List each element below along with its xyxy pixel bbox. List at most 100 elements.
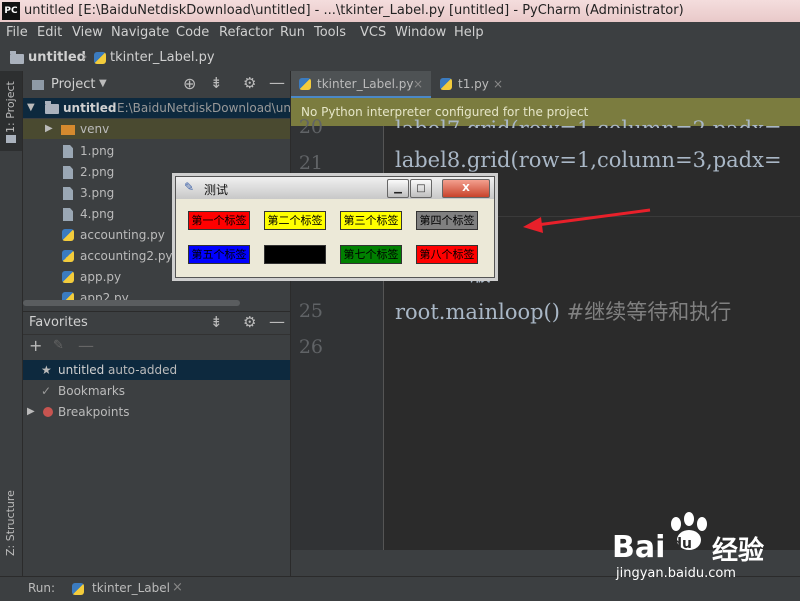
menu-refactor[interactable]: Refactor [219, 25, 274, 40]
tkinter-titlebar: ✎ 测试 ▁ □ X [176, 177, 494, 199]
expand-arrow-icon[interactable]: ▶ [27, 402, 35, 422]
line-number: 26 [298, 336, 323, 358]
run-label: Run: [28, 581, 56, 595]
tk-label-8: 第八个标签 [416, 245, 478, 264]
tree-item-label: app.py [80, 270, 122, 284]
tk-label-6 [264, 245, 326, 264]
folder-icon [45, 101, 59, 114]
edit-icon[interactable]: ✎ [53, 338, 64, 353]
close-icon[interactable]: × [172, 580, 183, 595]
code-line-20: label7.grid(row=1,column=2,padx= [395, 114, 782, 128]
collapse-all-icon[interactable]: ⇟ [210, 74, 223, 92]
line-number: 25 [298, 300, 323, 322]
tab-label: t1.py [458, 77, 489, 91]
tree-item-label: 4.png [80, 207, 115, 221]
image-file-icon [63, 145, 73, 158]
tree-item-label: accounting2.py [80, 249, 173, 263]
breadcrumb-file[interactable]: tkinter_Label.py [110, 50, 215, 65]
structure-tool-tab[interactable]: Z: Structure [4, 490, 17, 556]
watermark-du: du [672, 536, 692, 552]
tree-item-label: accounting.py [80, 228, 165, 242]
close-icon[interactable]: × [493, 71, 503, 98]
run-tab[interactable]: tkinter_Label [92, 581, 170, 595]
favorites-item-label: untitled [58, 363, 105, 377]
baidu-jingyan-watermark: Bai du 经验 jingyan.baidu.com [612, 512, 800, 584]
close-button[interactable]: X [442, 179, 490, 198]
breadcrumb-separator-icon: › [82, 49, 88, 65]
favorites-item-untitled[interactable]: ★ untitled auto-added [23, 360, 290, 380]
image-file-icon [63, 208, 73, 221]
star-icon: ★ [41, 363, 52, 377]
tree-item-venv[interactable]: ▶ venv [23, 119, 290, 139]
tk-label-7: 第七个标签 [340, 245, 402, 264]
python-file-icon [440, 78, 452, 90]
breakpoint-icon [43, 407, 53, 417]
favorites-title: Favorites [29, 315, 88, 330]
code-line-21: label8.grid(row=1,column=3,padx= [395, 148, 782, 172]
python-file-icon [299, 78, 311, 90]
red-arrow-icon [523, 208, 651, 233]
breadcrumb: untitled › tkinter_Label.py [0, 44, 800, 72]
tab-tkinter-label[interactable]: tkinter_Label.py × [291, 71, 431, 98]
favorites-item-label: Bookmarks [58, 384, 126, 398]
collapse-all-icon[interactable]: ⇟ [210, 313, 223, 331]
maximize-button[interactable]: □ [410, 179, 432, 198]
locate-icon[interactable]: ⊕ [183, 74, 196, 93]
menu-edit[interactable]: Edit [37, 25, 62, 40]
gear-icon[interactable]: ⚙ [243, 74, 256, 92]
gear-icon[interactable]: ⚙ [243, 313, 256, 331]
favorites-item-note: auto-added [108, 363, 178, 377]
tab-t1[interactable]: t1.py × [432, 71, 512, 98]
editor-tabs: tkinter_Label.py × t1.py × [291, 71, 800, 99]
tree-item-label: 1.png [80, 144, 115, 158]
expand-arrow-icon[interactable]: ▼ [27, 98, 35, 118]
menu-navigate[interactable]: Navigate [111, 25, 169, 40]
tkinter-window: ✎ 测试 ▁ □ X 第一个标签 第二个标签 第三个标签 第四个标签 第五个标签… [175, 176, 495, 278]
watermark-url: jingyan.baidu.com [616, 566, 736, 581]
window-title: untitled [E:\BaiduNetdiskDownload\untitl… [24, 3, 684, 18]
watermark-cn: 经验 [712, 536, 765, 566]
breadcrumb-project[interactable]: untitled [28, 50, 86, 65]
favorites-panel: Favorites ⇟ ⚙ — + ✎ — ★ untitled auto-ad… [23, 311, 290, 577]
tree-item-label: 3.png [80, 186, 115, 200]
tree-item-label: venv [80, 122, 110, 136]
pycharm-logo-icon: PC [2, 2, 20, 20]
project-panel-header: Project ▼ ⊕ ⇟ ⚙ — [23, 71, 290, 100]
tk-label-1: 第一个标签 [188, 211, 250, 230]
window-titlebar: PC untitled [E:\BaiduNetdiskDownload\unt… [0, 0, 800, 22]
menu-window[interactable]: Window [395, 25, 446, 40]
folder-icon [10, 51, 24, 64]
menu-bar: File Edit View Navigate Code Refactor Ru… [0, 22, 800, 44]
favorites-item-label: Breakpoints [58, 405, 130, 419]
tree-root-row[interactable]: ▼ untitled E:\BaiduNetdiskDownload\unt [23, 98, 290, 118]
watermark-brand: Bai [612, 530, 666, 565]
menu-view[interactable]: View [72, 25, 103, 40]
chevron-down-icon[interactable]: ▼ [99, 78, 107, 89]
remove-icon[interactable]: — [78, 336, 94, 355]
python-file-icon [62, 229, 74, 241]
menu-code[interactable]: Code [176, 25, 209, 40]
menu-tools[interactable]: Tools [314, 25, 346, 40]
project-panel-title[interactable]: Project [51, 77, 95, 92]
tk-label-4: 第四个标签 [416, 211, 478, 230]
menu-help[interactable]: Help [454, 25, 484, 40]
menu-vcs[interactable]: VCS [360, 25, 386, 40]
project-tool-tab[interactable]: 1: Project [4, 81, 17, 133]
hide-icon[interactable]: — [269, 73, 285, 92]
bookmark-check-icon: ✓ [41, 384, 52, 398]
python-file-icon [62, 250, 74, 262]
horizontal-scrollbar[interactable] [23, 300, 240, 306]
code-statement: root.mainloop() [395, 300, 560, 324]
minimize-button[interactable]: ▁ [387, 179, 409, 198]
close-icon[interactable]: × [413, 71, 423, 98]
tk-label-2: 第二个标签 [264, 211, 326, 230]
add-icon[interactable]: + [29, 336, 42, 355]
menu-file[interactable]: File [6, 25, 28, 40]
tree-root-path: E:\BaiduNetdiskDownload\unt [117, 101, 290, 115]
feather-icon: ✎ [184, 180, 195, 194]
left-tool-stripe: 1: Project Z: Structure [0, 71, 23, 576]
hide-icon[interactable]: — [269, 312, 285, 331]
expand-arrow-icon[interactable]: ▶ [45, 119, 53, 139]
line-number: 20 [298, 116, 323, 138]
menu-run[interactable]: Run [280, 25, 305, 40]
